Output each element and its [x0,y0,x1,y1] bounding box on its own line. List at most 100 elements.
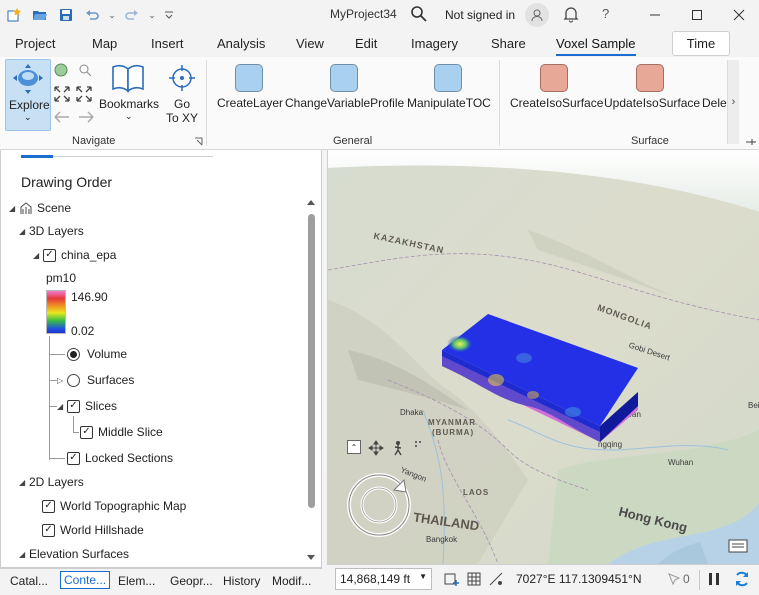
tree-item-2d-layers[interactable]: ◢ 2D Layers [19,475,84,489]
tab-project[interactable]: Project [15,36,55,51]
scene-overview-icon[interactable] [728,536,750,556]
tree-item-volume[interactable]: Volume [67,347,127,361]
collapse-triangle-icon[interactable]: ◢ [19,550,29,559]
avatar[interactable] [525,3,549,27]
scroll-down-icon[interactable] [306,554,316,562]
contents-pane: Drawing Order ◢ Scene ◢ 3D Layers ◢ ✓ ch… [0,150,322,568]
collapse-triangle-icon[interactable]: ◢ [9,204,19,213]
tree-item-middle-slice[interactable]: ✓ Middle Slice [80,425,163,439]
surfaces-radio[interactable] [67,373,80,387]
scroll-up-icon[interactable] [306,198,316,206]
pause-drawing-icon[interactable] [707,572,721,586]
help-button[interactable]: ? [602,6,609,21]
undo-icon[interactable] [80,3,104,27]
tree-item-elevation-surfaces[interactable]: ◢ Elevation Surfaces [19,547,129,561]
collapse-triangle-icon[interactable]: ◢ [19,227,29,236]
layer-visibility-checkbox[interactable]: ✓ [43,248,56,262]
change-variable-profile-label: ChangeVariableProfile [285,96,405,110]
tab-view[interactable]: View [296,36,324,51]
quick-access-toolbar: ⌄ ⌄ [0,3,178,27]
globe-icon[interactable] [53,62,69,78]
full-extent-icon[interactable] [77,62,93,78]
add-layer-icon[interactable] [444,571,460,587]
tree-item-slices[interactable]: ◢ ✓ Slices [57,399,117,413]
locked-sections-checkbox[interactable]: ✓ [67,451,80,465]
tab-edit[interactable]: Edit [355,36,377,51]
tab-imagery[interactable]: Imagery [411,36,458,51]
new-project-icon[interactable] [2,3,26,27]
tab-time[interactable]: Time [672,31,730,56]
tree-item-locked-sections[interactable]: ✓ Locked Sections [67,451,173,465]
manipulate-toc-label: ManipulateTOC [407,96,491,110]
navigator-grip-icon[interactable] [414,440,422,448]
tab-voxel-sample[interactable]: Voxel Sample [556,36,636,56]
snapping-icon[interactable] [488,571,504,587]
manipulate-toc-icon [434,64,462,92]
minimize-button[interactable] [638,0,672,30]
tree-item-topo-map[interactable]: ✓ World Topographic Map [42,499,186,513]
previous-next-extent-icon[interactable] [53,109,95,125]
undo-dropdown-icon[interactable]: ⌄ [106,3,118,27]
grid-icon[interactable] [466,571,482,587]
go-to-xy-label-line2: To XY [166,111,199,125]
topo-map-checkbox[interactable]: ✓ [42,499,55,513]
selection-icon[interactable] [667,572,681,586]
navigator-toggle-button[interactable]: ⌃ [347,440,361,454]
zoom-extent-icon[interactable] [53,85,93,103]
tab-catalog[interactable]: Catal... [10,574,48,588]
pan-mode-icon[interactable] [368,440,384,456]
volume-radio[interactable] [67,347,80,361]
scale-selector[interactable]: 14,868,149 ft ▼ [335,568,432,590]
scale-dropdown-icon[interactable]: ▼ [419,572,427,581]
delete-iso-surface-label: Dele [702,96,727,110]
close-button[interactable] [722,0,756,30]
go-to-xy-button[interactable]: Go To XY [163,59,199,131]
middle-slice-checkbox[interactable]: ✓ [80,425,93,439]
walk-mode-icon[interactable] [390,440,406,456]
tab-insert[interactable]: Insert [151,36,184,51]
tree-item-china-epa[interactable]: ◢ ✓ china_epa [33,248,116,262]
dialog-launcher-icon[interactable] [194,137,203,146]
slices-checkbox[interactable]: ✓ [67,399,80,413]
tab-map[interactable]: Map [92,36,117,51]
tab-contents[interactable]: Conte... [60,571,111,589]
hillshade-checkbox[interactable]: ✓ [42,523,55,537]
open-folder-icon[interactable] [28,3,52,27]
redo-icon[interactable] [120,3,144,27]
navigator-compass[interactable] [346,472,412,538]
collapse-triangle-icon[interactable]: ◢ [33,251,43,260]
tab-geoprocessing[interactable]: Geopr... [170,574,213,588]
tree-item-3d-layers[interactable]: ◢ 3D Layers [19,224,84,238]
tree-item-scene[interactable]: ◢ Scene [9,201,71,215]
scale-value: 14,868,149 ft [340,572,411,586]
expand-triangle-icon[interactable]: ▷ [57,376,67,385]
ribbon-scroll-right-button[interactable]: › [727,60,739,144]
contents-scrollbar-thumb[interactable] [308,214,315,508]
tab-modify[interactable]: Modif... [272,574,311,588]
pin-ribbon-icon[interactable] [745,137,757,147]
tree-item-surfaces[interactable]: ▷ Surfaces [57,373,134,387]
customize-toolbar-icon[interactable] [160,3,178,27]
sign-in-status[interactable]: Not signed in [445,8,515,22]
explore-label: Explore [9,98,50,112]
refresh-icon[interactable] [733,570,751,588]
collapse-triangle-icon[interactable]: ◢ [19,478,29,487]
tab-history[interactable]: History [223,574,260,588]
delete-iso-surface-button[interactable]: Dele [702,96,728,112]
collapse-triangle-icon[interactable]: ◢ [57,402,67,411]
scene-view[interactable]: KAZAKHSTAN MONGOLIA Gobi Desert Beijing … [327,150,759,564]
tree-item-hillshade[interactable]: ✓ World Hillshade [42,523,144,537]
explore-button[interactable]: Explore ⌄ [5,59,51,131]
tab-analysis[interactable]: Analysis [217,36,265,51]
tab-share[interactable]: Share [491,36,526,51]
maximize-button[interactable] [680,0,714,30]
redo-dropdown-icon[interactable]: ⌄ [146,3,158,27]
hillshade-label: World Hillshade [60,523,144,537]
bookmarks-button[interactable]: Bookmarks ⌄ [99,59,159,131]
notifications-icon[interactable] [562,5,580,23]
contents-tab-indicator[interactable] [21,155,53,158]
search-icon[interactable] [410,5,428,23]
save-icon[interactable] [54,3,78,27]
topo-map-label: World Topographic Map [60,499,187,513]
tab-elements[interactable]: Elem... [118,574,155,588]
